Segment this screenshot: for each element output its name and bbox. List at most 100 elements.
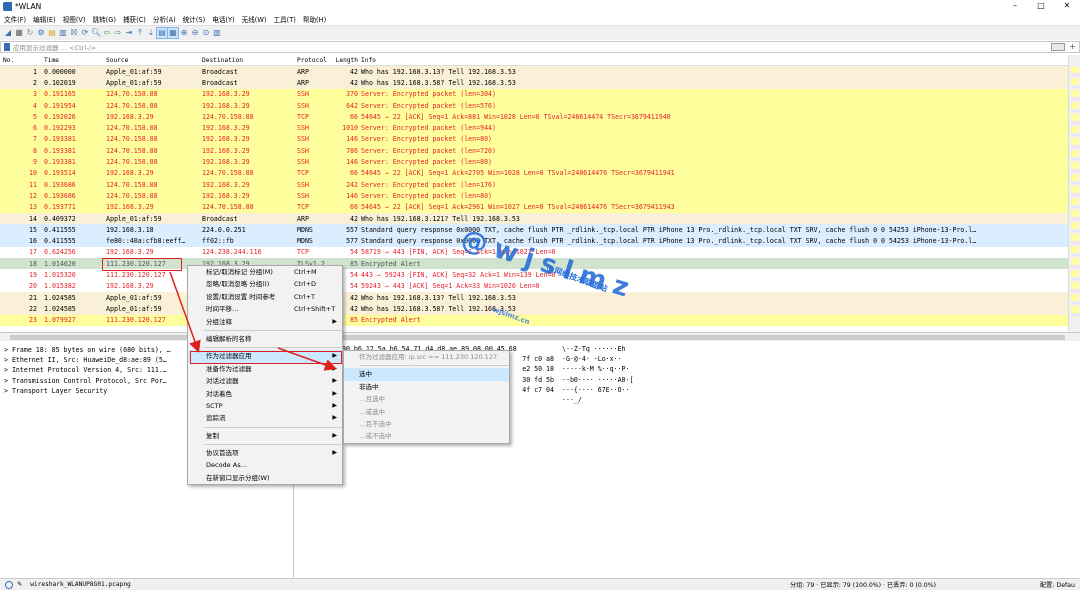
packet-row[interactable]: 8 0.193381 124.70.158.88 192.168.3.29 SSH 786…	[0, 145, 1068, 157]
colorize-icon[interactable]: ▦	[167, 27, 179, 39]
submenu-item[interactable]: …或不选中	[344, 430, 509, 442]
col-length[interactable]: Length	[333, 57, 361, 64]
context-menu-item[interactable]: 时间平移… Ctrl+Shift+T	[188, 303, 342, 315]
packet-row[interactable]: 221.024585Apple_01:af:59BroadcastARP42Wh…	[0, 303, 1068, 315]
expand-icon[interactable]: >	[4, 377, 12, 385]
capture-options-icon[interactable]: ⚙	[36, 28, 46, 38]
col-protocol[interactable]: Protocol	[297, 57, 333, 64]
context-menu-item[interactable]: 追踪流 ▶	[188, 412, 342, 424]
col-source[interactable]: Source	[106, 57, 202, 64]
menu-item[interactable]: 帮助(H)	[303, 14, 326, 24]
expand-icon[interactable]: >	[4, 346, 12, 354]
packet-row[interactable]: 12 0.193686 124.70.158.88 192.168.3.29 SSH 14…	[0, 190, 1068, 202]
context-menu-item[interactable]: 复制 ▶	[188, 430, 342, 442]
edit-icon[interactable]: ✎	[17, 581, 22, 588]
context-menu-item[interactable]: 编辑解析的名称	[188, 333, 342, 345]
add-filter-button[interactable]: +	[1069, 42, 1076, 51]
stop-capture-icon[interactable]: ■	[14, 28, 24, 38]
context-menu-item[interactable]: 忽略/取消忽略 分组(I) Ctrl+D	[188, 278, 342, 290]
context-menu-item[interactable]: Decode As…	[188, 459, 342, 471]
close-button[interactable]: ✕	[1054, 0, 1080, 13]
open-file-icon[interactable]: ▤	[47, 28, 57, 38]
packet-row[interactable]: 5 0.192026 192.168.3.29 124.70.158.88 TCP 66 5…	[0, 111, 1068, 123]
packet-list[interactable]: No. Time Source Destination Protocol Len…	[0, 55, 1068, 332]
packet-row[interactable]: 11 0.193686 124.70.158.88 192.168.3.29 SSH 24…	[0, 178, 1068, 191]
title-bar: *WLAN – □ ✕	[0, 0, 1080, 13]
context-menu-item[interactable]: 协议首选项 ▶	[188, 447, 342, 459]
minimize-button[interactable]: –	[1002, 0, 1028, 13]
resize-columns-icon[interactable]: ▥	[212, 28, 222, 38]
expand-icon[interactable]: >	[4, 366, 12, 374]
menu-item[interactable]: 视图(V)	[63, 14, 86, 24]
context-menu-item[interactable]: 在新窗口显示分组(W)	[188, 472, 342, 484]
packet-row[interactable]: 13 0.193771 192.168.3.29 124.70.158.88 TCP 66…	[0, 201, 1068, 213]
submenu-item[interactable]: …且不选中	[344, 418, 509, 430]
autoscroll-icon[interactable]: ▤	[156, 27, 168, 39]
packet-row[interactable]: 201.015382192.168.3.29111.230.120.127TCP…	[0, 280, 1068, 292]
go-back-icon[interactable]: ⇦	[102, 28, 112, 38]
zoom-in-icon[interactable]: ⊕	[179, 28, 189, 38]
packet-cell-length: 146	[346, 191, 358, 200]
menu-item[interactable]: 工具(T)	[273, 14, 295, 24]
menu-item[interactable]: 捕获(C)	[123, 14, 146, 24]
col-time[interactable]: Time	[40, 57, 106, 64]
menu-item[interactable]: 无线(W)	[242, 14, 267, 24]
menu-item[interactable]: 文件(F)	[4, 14, 26, 24]
packet-row[interactable]: 15 0.411555 192.168.3.18 224.0.0.251 MDNS 557…	[0, 224, 1068, 236]
context-menu-item[interactable]: 设置/取消设置 时间参考 Ctrl+T	[188, 291, 342, 303]
packet-row[interactable]: 14 0.409372 Apple_01:af:59 Broadcast ARP 42 Wh…	[0, 212, 1068, 225]
context-menu-item[interactable]: 标记/取消标记 分组(M) Ctrl+M	[188, 266, 342, 278]
packet-list-scrollbar[interactable]	[1068, 55, 1080, 332]
packet-row[interactable]: 231.079927111.230.120.127192.168.3.29TLS…	[0, 314, 1068, 326]
zoom-out-icon[interactable]: ⊖	[190, 28, 200, 38]
apply-filter-button[interactable]	[1051, 43, 1065, 51]
context-menu-item[interactable]: SCTP ▶	[188, 400, 342, 412]
col-info[interactable]: Info	[361, 57, 1068, 64]
packet-row[interactable]: 211.024585Apple_01:af:59BroadcastARP42Wh…	[0, 291, 1068, 304]
packet-row[interactable]: 2 0.102019 Apple_01:af:59 Broadcast ARP 42 Who…	[0, 77, 1068, 89]
context-menu-item[interactable]: 对话着色 ▶	[188, 388, 342, 400]
packet-row[interactable]: 7 0.193381 124.70.158.88 192.168.3.29 SSH 146…	[0, 133, 1068, 146]
submenu-item[interactable]: 选中	[344, 368, 509, 381]
last-packet-icon[interactable]: ⤓	[146, 28, 156, 38]
packet-row[interactable]: 6 0.192293 124.70.158.88 192.168.3.29 SSH 101…	[0, 122, 1068, 134]
restart-capture-icon[interactable]: ↻	[25, 28, 35, 38]
submenu-item[interactable]: …或选中	[344, 406, 509, 418]
save-file-icon[interactable]: ▥	[58, 28, 68, 38]
maximize-button[interactable]: □	[1028, 0, 1054, 13]
reload-icon[interactable]: ⟳	[80, 28, 90, 38]
first-packet-icon[interactable]: ⤒	[135, 28, 145, 38]
normal-size-icon[interactable]: ⊙	[201, 28, 211, 38]
find-packet-icon[interactable]: 🔍︎	[91, 28, 101, 38]
bookmark-icon[interactable]	[4, 43, 10, 51]
menu-item[interactable]: 统计(S)	[183, 14, 206, 24]
col-no[interactable]: No.	[0, 57, 40, 64]
profile-label[interactable]: 配置: Defau	[1040, 580, 1075, 589]
menu-item[interactable]: 分析(A)	[153, 14, 176, 24]
menu-item[interactable]: 编辑(E)	[33, 14, 56, 24]
context-menu-item[interactable]: 准备作为过滤器 ▶	[188, 363, 342, 375]
go-forward-icon[interactable]: ⇨	[113, 28, 123, 38]
packet-row[interactable]: 4 0.191954 124.70.158.88 192.168.3.29 SSH 642…	[0, 99, 1068, 112]
packet-row[interactable]: 10 0.193514 192.168.3.29 124.70.158.88 TCP 66…	[0, 167, 1068, 179]
context-menu-item[interactable]: 对话过滤器 ▶	[188, 375, 342, 387]
packet-row[interactable]: 3 0.191165 124.70.158.88 192.168.3.29 SSH 370…	[0, 88, 1068, 100]
submenu-item[interactable]: …且选中	[344, 393, 509, 405]
start-capture-icon[interactable]: ◢	[3, 28, 13, 38]
display-filter-bar[interactable]: 应用显示过滤器 … <Ctrl-/> +	[0, 41, 1080, 53]
packet-row[interactable]: 9 0.193381 124.70.158.88 192.168.3.29 SSH 146…	[0, 156, 1068, 168]
submenu-item[interactable]: 非选中	[344, 381, 509, 393]
horizontal-scrollbar[interactable]	[0, 332, 1080, 341]
packet-row[interactable]: 1 0.000000 Apple_01:af:59 Broadcast ARP 42 Who…	[0, 66, 1068, 78]
menu-item[interactable]: 电话(Y)	[212, 14, 234, 24]
context-menu-item[interactable]: 分组注释 ▶	[188, 316, 342, 328]
expand-icon[interactable]: >	[4, 356, 12, 364]
packet-cell-time: 0.409372	[44, 214, 76, 223]
menu-item[interactable]: 跳转(G)	[92, 14, 115, 24]
menu-shortcut: Ctrl+Shift+T	[294, 305, 336, 314]
close-file-icon[interactable]: ☒	[69, 28, 79, 38]
col-destination[interactable]: Destination	[202, 57, 297, 64]
expand-icon[interactable]: >	[4, 387, 12, 395]
go-to-packet-icon[interactable]: ⇥	[124, 28, 134, 38]
ascii-bytes: ···{···· 67E··O··	[562, 385, 630, 394]
